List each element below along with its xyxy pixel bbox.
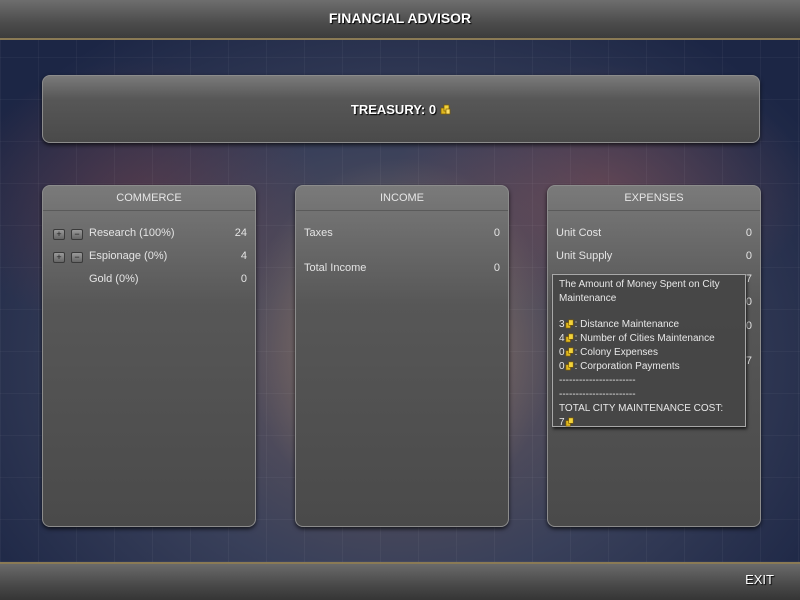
tooltip-total: 7 — [559, 416, 739, 430]
gold-coin-icon — [565, 361, 574, 371]
unit-supply-value: 0 — [745, 250, 752, 262]
espionage-label: Espionage (0%) — [89, 250, 168, 262]
expense-value: 7 — [745, 355, 752, 367]
tooltip-text: : Corporation Payments — [574, 361, 680, 372]
research-decrease-button[interactable]: − — [71, 229, 83, 240]
unit-cost-label: Unit Cost — [556, 227, 602, 239]
gold-value: 0 — [240, 273, 247, 285]
commerce-header: COMMERCE — [43, 186, 255, 211]
tooltip-line: 3: Distance Maintenance — [559, 318, 739, 332]
taxes-value: 0 — [493, 227, 500, 239]
exit-button[interactable]: EXIT — [745, 572, 774, 587]
treasury-panel: TREASURY: 0 — [42, 75, 760, 143]
income-row-taxes: Taxes 0 — [304, 227, 500, 243]
income-panel: INCOME Taxes 0 Total Income 0 — [295, 185, 509, 527]
treasury-display: TREASURY: 0 — [43, 76, 759, 142]
expenses-row-unit-supply[interactable]: Unit Supply 0 — [556, 250, 752, 266]
gold-coin-icon — [565, 417, 574, 427]
gold-coin-icon — [565, 333, 574, 343]
gold-coin-icon — [440, 104, 451, 115]
espionage-increase-button[interactable]: + — [53, 252, 65, 263]
tooltip-separator: ----------------------- — [559, 375, 636, 386]
tooltip-text: : Distance Maintenance — [574, 319, 680, 330]
tooltip-separator: ----------------------- — [559, 389, 636, 400]
tooltip-total-label: TOTAL CITY MAINTENANCE COST: — [559, 403, 724, 414]
research-increase-button[interactable]: + — [53, 229, 65, 240]
tooltip-line: 4: Number of Cities Maintenance — [559, 332, 739, 346]
taxes-label: Taxes — [304, 227, 333, 239]
research-value: 24 — [234, 227, 247, 239]
research-label: Research (100%) — [89, 227, 175, 239]
unit-cost-value: 0 — [745, 227, 752, 239]
commerce-row-gold: Gold (0%) 0 — [51, 273, 247, 289]
commerce-panel: COMMERCE + − Research (100%) 24 + − Espi… — [42, 185, 256, 527]
tooltip-line: 0: Colony Expenses — [559, 346, 739, 360]
expenses-row-unit-cost[interactable]: Unit Cost 0 — [556, 227, 752, 243]
expenses-header: EXPENSES — [548, 186, 760, 211]
expense-value: 0 — [745, 296, 752, 308]
treasury-label: TREASURY: 0 — [350, 101, 437, 117]
tooltip-heading: The Amount of Money Spent on City Mainte… — [559, 279, 720, 304]
espionage-decrease-button[interactable]: − — [71, 252, 83, 263]
expense-value: 0 — [745, 320, 752, 332]
total-income-label: Total Income — [304, 262, 367, 274]
unit-supply-label: Unit Supply — [556, 250, 613, 262]
gold-label: Gold (0%) — [89, 273, 139, 285]
tooltip-text: : Number of Cities Maintenance — [574, 333, 715, 344]
income-header: INCOME — [296, 186, 508, 211]
tooltip-text: : Colony Expenses — [574, 347, 658, 358]
bottom-bar: EXIT — [0, 562, 800, 600]
gold-coin-icon — [565, 347, 574, 357]
total-income-value: 0 — [493, 262, 500, 274]
income-row-total: Total Income 0 — [304, 262, 500, 278]
gold-coin-icon — [565, 319, 574, 329]
espionage-value: 4 — [240, 250, 247, 262]
expense-value: 7 — [745, 273, 752, 285]
tooltip-line: 0: Corporation Payments — [559, 360, 739, 374]
top-bar: FINANCIAL ADVISOR — [0, 0, 800, 40]
screen-title: FINANCIAL ADVISOR — [328, 10, 472, 26]
commerce-row-research: + − Research (100%) 24 — [51, 227, 247, 243]
city-maintenance-tooltip: The Amount of Money Spent on City Mainte… — [552, 274, 746, 430]
commerce-row-espionage: + − Espionage (0%) 4 — [51, 250, 247, 266]
